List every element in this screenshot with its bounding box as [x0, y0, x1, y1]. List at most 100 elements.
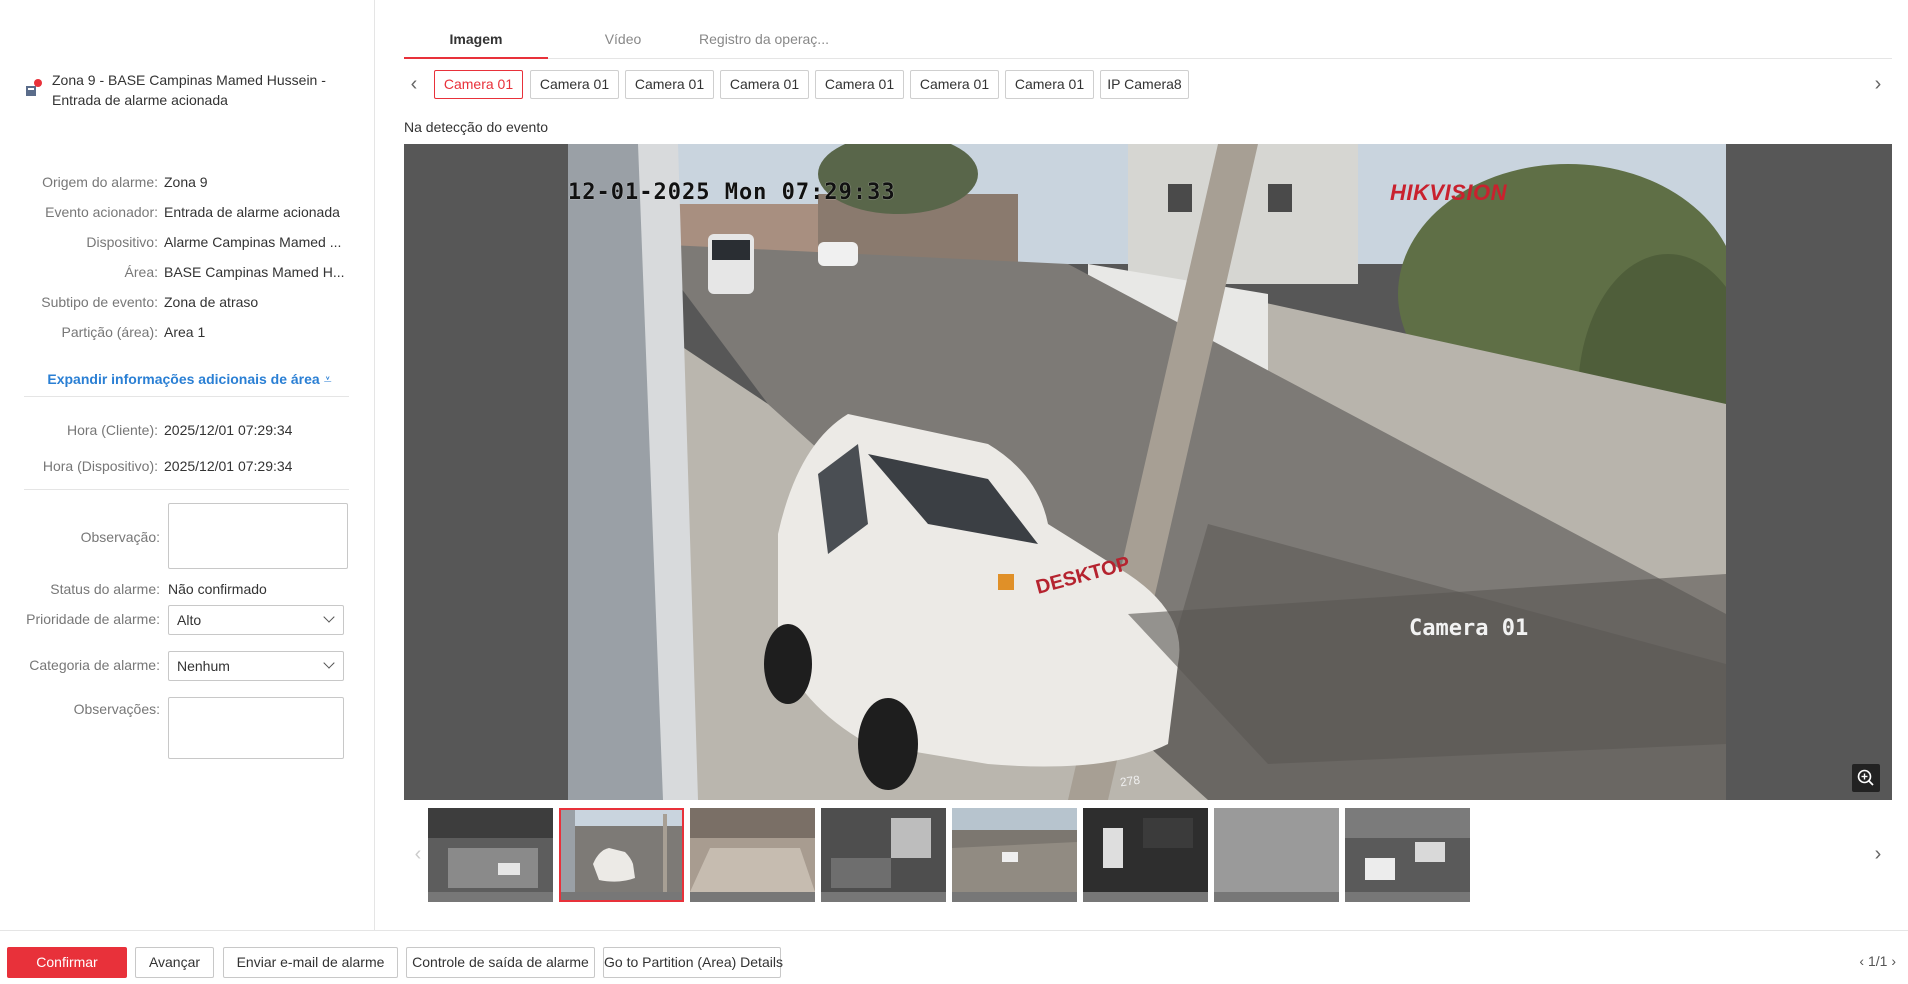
page-indicator: 1/1	[1867, 953, 1888, 969]
info-label: Evento acionador:	[45, 204, 158, 220]
chevron-down-icon	[323, 657, 335, 669]
alarm-info-panel: Zona 9 - BASE Campinas Mamed Hussein - E…	[0, 0, 375, 930]
divider	[24, 489, 349, 490]
time-info-list: Hora (Cliente): 2025/12/01 07:29:34 Hora…	[24, 412, 354, 484]
info-row-area: Área: BASE Campinas Mamed H...	[24, 257, 354, 287]
info-value: Entrada de alarme acionada	[164, 204, 340, 220]
observacoes-label: Observações:	[73, 701, 160, 717]
prioridade-selected: Alto	[177, 612, 202, 628]
info-label: Partição (área):	[61, 324, 158, 340]
info-value: Area 1	[164, 324, 206, 340]
alarm-title-line1: Zona 9 - BASE Campinas Mamed Hussein -	[52, 72, 326, 88]
thumbnail[interactable]	[1083, 808, 1208, 902]
camera-button[interactable]: Camera 01	[720, 70, 809, 99]
snapshot-thumbnails: ‹ ›	[404, 808, 1892, 904]
tab-registro[interactable]: Registro da operaç...	[684, 22, 844, 59]
info-value: Alarme Campinas Mamed ...	[164, 234, 342, 250]
osd-brand-logo: HIKVISION	[1390, 180, 1507, 205]
chevron-left-icon[interactable]: ‹	[1859, 953, 1864, 969]
status-value: Não confirmado	[168, 581, 267, 597]
observacao-textarea[interactable]	[168, 503, 348, 569]
alarm-detail-window: Zona 9 - BASE Campinas Mamed Hussein - E…	[0, 0, 1908, 984]
info-row-evento: Evento acionador: Entrada de alarme acio…	[24, 197, 354, 227]
alarm-header: Zona 9 - BASE Campinas Mamed Hussein - E…	[24, 70, 354, 110]
pager: ‹ 1/1 ›	[1859, 953, 1896, 969]
camera-button[interactable]: Camera 01	[434, 70, 523, 99]
time-value: 2025/12/01 07:29:34	[164, 422, 293, 438]
time-row-cliente: Hora (Cliente): 2025/12/01 07:29:34	[24, 412, 354, 448]
info-row-particao: Partição (área): Area 1	[24, 317, 354, 347]
camera-button[interactable]: Camera 01	[815, 70, 904, 99]
prioridade-select[interactable]: Alto	[168, 605, 344, 635]
chevron-left-icon[interactable]: ‹	[404, 74, 424, 94]
thumbnail[interactable]	[1214, 808, 1339, 902]
osd-timestamp: 12-01-2025 Mon 07:29:33	[568, 180, 896, 205]
chevron-right-icon[interactable]: ›	[1868, 844, 1888, 864]
camera-selector: ‹ Camera 01 Camera 01 Camera 01 Camera 0…	[404, 68, 1892, 100]
osd-camera-name: Camera 01	[1409, 616, 1529, 641]
thumbnail[interactable]	[1345, 808, 1470, 902]
info-label: Área:	[124, 264, 158, 280]
status-label: Status do alarme:	[50, 581, 160, 597]
categoria-row: Categoria de alarme: Nenhum	[24, 651, 354, 689]
info-label: Dispositivo:	[86, 234, 158, 250]
camera-button[interactable]: Camera 01	[1005, 70, 1094, 99]
time-label: Hora (Dispositivo):	[42, 458, 158, 474]
time-label: Hora (Cliente):	[66, 422, 158, 438]
tab-video[interactable]: Vídeo	[568, 22, 678, 59]
time-value: 2025/12/01 07:29:34	[164, 458, 293, 474]
car-logo-mark	[998, 574, 1014, 590]
categoria-label: Categoria de alarme:	[29, 657, 160, 673]
info-label: Subtipo de evento:	[41, 294, 158, 310]
chevron-left-icon[interactable]: ‹	[408, 844, 428, 864]
chevron-right-icon[interactable]: ›	[1868, 74, 1888, 94]
camera-button[interactable]: Camera 01	[625, 70, 714, 99]
plate-text: 278	[1119, 772, 1141, 790]
camera-button[interactable]: Camera 01	[910, 70, 999, 99]
alarm-handling-form: Observação: Status do alarme: Não confir…	[24, 503, 354, 759]
thumbnail[interactable]	[952, 808, 1077, 902]
expand-area-info-label: Expandir informações adicionais de área	[47, 371, 320, 387]
tab-imagem[interactable]: Imagem	[404, 22, 548, 59]
camera-button[interactable]: IP Camera8	[1100, 70, 1189, 99]
camera-snapshot-image: DESKTOP	[568, 144, 1726, 800]
alarm-info-list: Origem do alarme: Zona 9 Evento acionado…	[24, 167, 354, 347]
categoria-select[interactable]: Nenhum	[168, 651, 344, 681]
thumbnail[interactable]	[821, 808, 946, 902]
observacao-row: Observação:	[24, 503, 354, 571]
zoom-in-icon	[1857, 769, 1874, 786]
alarm-title-line2: Entrada de alarme acionada	[52, 92, 228, 108]
snapshot-viewer: DESKTOP 12-01-2025 Mon 07:29:33 HIKVISIO…	[404, 144, 1892, 800]
observacoes-row: Observações:	[24, 697, 354, 759]
status-row: Status do alarme: Não confirmado	[24, 575, 354, 605]
chevron-down-icon	[323, 611, 335, 623]
info-label: Origem do alarme:	[42, 174, 158, 190]
media-tabs: Imagem Vídeo Registro da operaç...	[404, 22, 1892, 59]
expand-area-info-link[interactable]: Expandir informações adicionais de área ⩡	[24, 371, 349, 397]
prioridade-label: Prioridade de alarme:	[26, 611, 160, 627]
alarm-input-icon	[24, 78, 44, 98]
zoom-in-button[interactable]	[1852, 764, 1880, 792]
event-capture-label: Na detecção do evento	[404, 119, 548, 135]
thumbnail-selected[interactable]	[559, 808, 684, 902]
send-email-button[interactable]: Enviar e-mail de alarme	[223, 947, 398, 978]
chevron-right-icon[interactable]: ›	[1891, 953, 1896, 969]
thumbnail[interactable]	[690, 808, 815, 902]
action-footer: Confirmar Avançar Enviar e-mail de alarm…	[0, 930, 1908, 984]
alarm-title: Zona 9 - BASE Campinas Mamed Hussein - E…	[52, 70, 326, 110]
info-row-origem: Origem do alarme: Zona 9	[24, 167, 354, 197]
info-row-dispositivo: Dispositivo: Alarme Campinas Mamed ...	[24, 227, 354, 257]
alarm-output-button[interactable]: Controle de saída de alarme	[406, 947, 595, 978]
partition-details-button[interactable]: Go to Partition (Area) Details	[603, 947, 783, 978]
observacoes-textarea[interactable]	[168, 697, 344, 759]
info-row-subtipo: Subtipo de evento: Zona de atraso	[24, 287, 354, 317]
next-button[interactable]: Avançar	[135, 947, 214, 978]
info-value: BASE Campinas Mamed H...	[164, 264, 345, 280]
info-value: Zona de atraso	[164, 294, 259, 310]
observacao-label: Observação:	[80, 529, 160, 545]
double-chevron-down-icon: ⩡	[323, 371, 332, 387]
camera-button[interactable]: Camera 01	[530, 70, 619, 99]
time-row-dispositivo: Hora (Dispositivo): 2025/12/01 07:29:34	[24, 448, 354, 484]
thumbnail[interactable]	[428, 808, 553, 902]
confirm-button[interactable]: Confirmar	[7, 947, 127, 978]
